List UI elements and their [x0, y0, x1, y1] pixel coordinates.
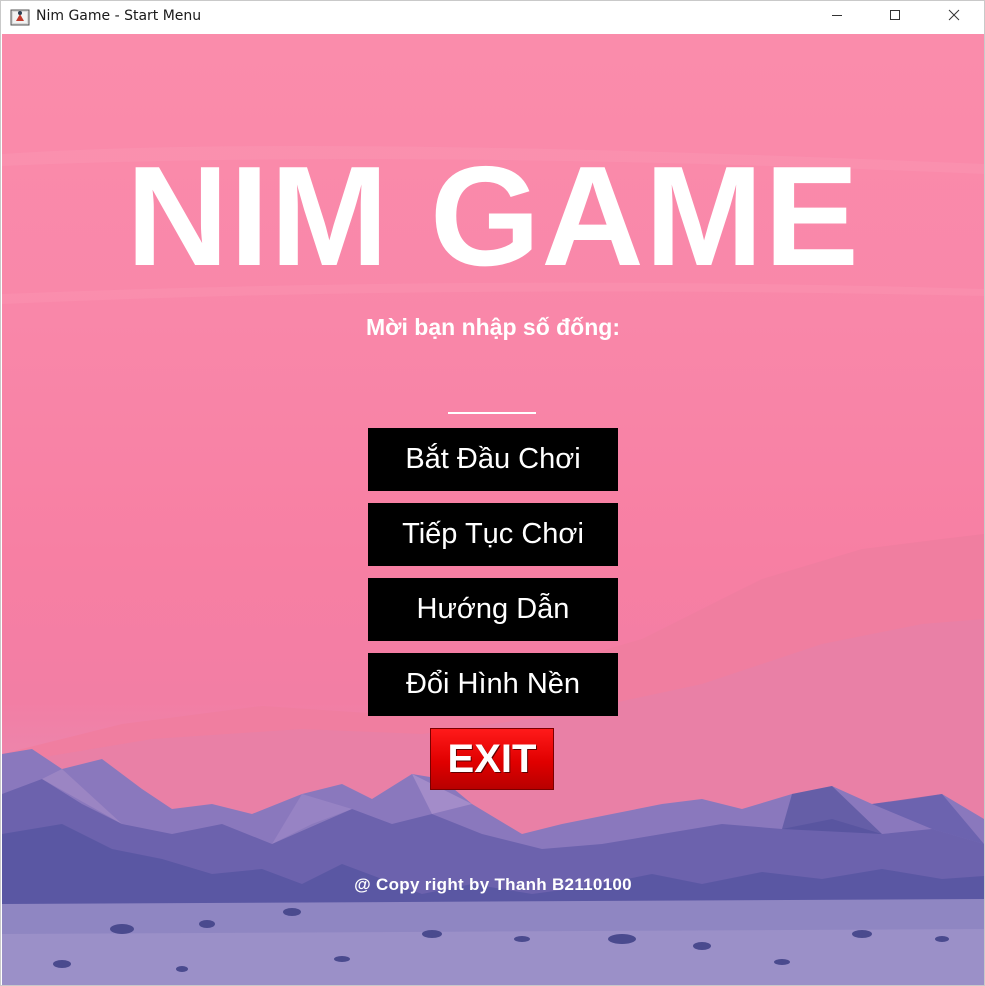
start-game-button[interactable]: Bắt Đầu Chơi: [368, 428, 618, 491]
title-bar[interactable]: Nim Game - Start Menu: [1, 1, 984, 33]
window-title: Nim Game - Start Menu: [36, 8, 202, 24]
guide-button[interactable]: Hướng Dẫn: [368, 578, 618, 641]
close-button[interactable]: [926, 1, 982, 33]
game-title: NIM GAME: [126, 137, 860, 296]
pile-count-input[interactable]: [448, 388, 536, 414]
continue-game-button[interactable]: Tiếp Tục Chơi: [368, 503, 618, 566]
change-background-button[interactable]: Đổi Hình Nền: [368, 653, 618, 716]
close-icon: [948, 8, 960, 26]
maximize-button[interactable]: [867, 1, 923, 33]
exit-button[interactable]: EXIT: [430, 728, 554, 790]
minimize-icon: [831, 8, 843, 26]
maximize-icon: [889, 8, 901, 26]
app-window: Nim Game - Start Menu NIM GAME Mời bạn n…: [0, 0, 985, 986]
copyright-text: @ Copy right by Thanh B2110100: [354, 875, 632, 894]
pile-count-prompt: Mời bạn nhập số đống:: [366, 314, 620, 340]
minimize-button[interactable]: [809, 1, 865, 33]
java-app-icon: [10, 7, 30, 27]
start-menu-panel: NIM GAME Mời bạn nhập số đống: Bắt Đầu C…: [2, 34, 984, 985]
